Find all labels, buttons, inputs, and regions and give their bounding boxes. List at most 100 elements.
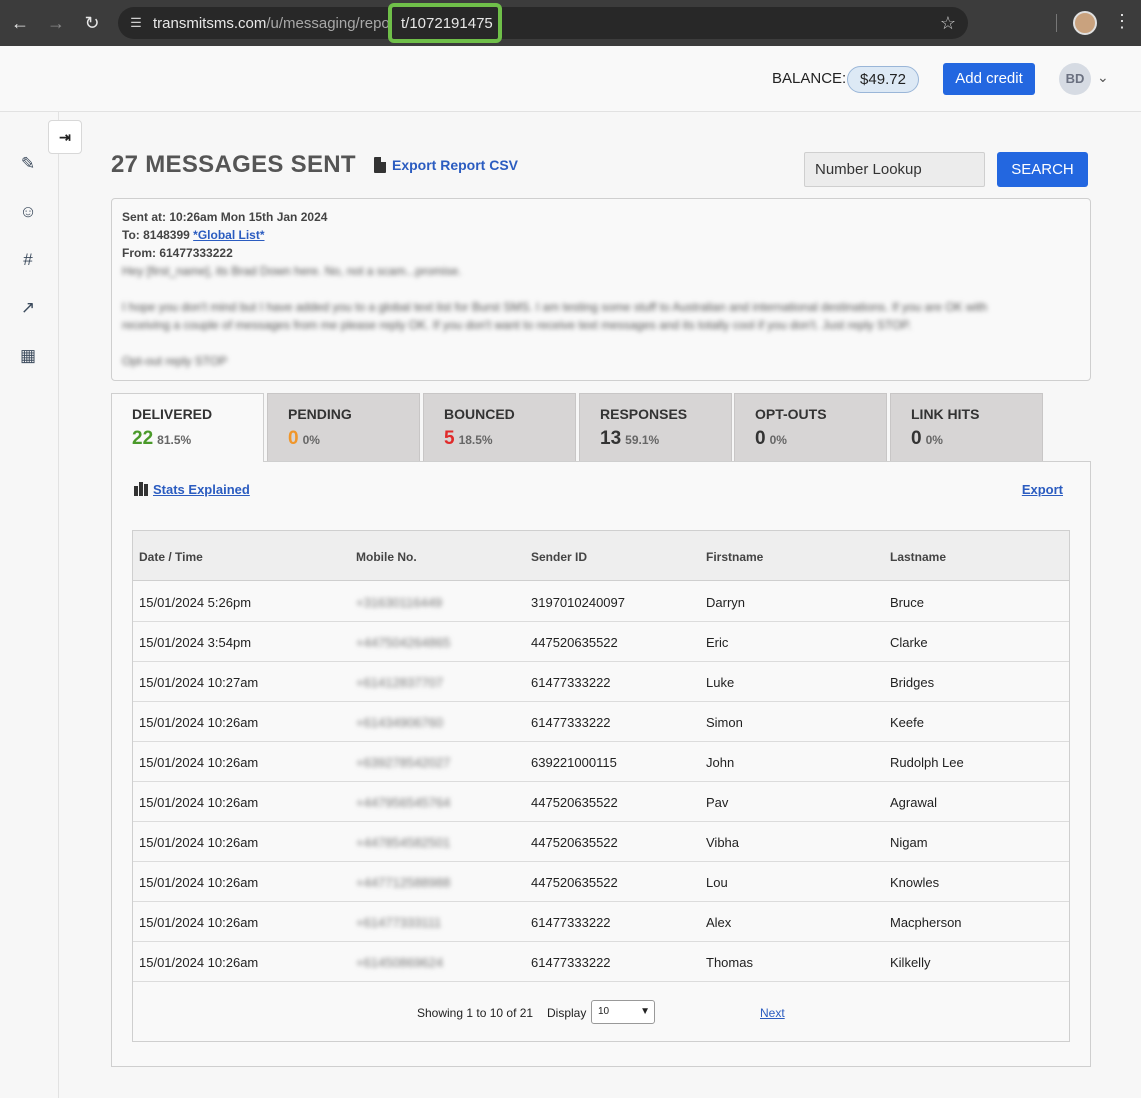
site-info-icon[interactable]: ☰ (128, 15, 144, 31)
cell-lastname: Agrawal (890, 795, 937, 810)
messages-table: Date / Time Mobile No. Sender ID Firstna… (132, 530, 1070, 1042)
export-report-csv-link[interactable]: Export Report CSV (374, 157, 518, 173)
cell-sender-id: 3197010240097 (531, 595, 625, 610)
message-body-line: Hey [first_name], its Brad Down here. No… (122, 264, 462, 278)
cell-sender-id: 61477333222 (531, 955, 611, 970)
column-header[interactable]: Lastname (890, 550, 946, 564)
next-page-link[interactable]: Next (760, 1006, 785, 1020)
cell-lastname: Keefe (890, 715, 924, 730)
cell-firstname: Pav (706, 795, 729, 810)
compose-icon[interactable]: ✎ (17, 153, 39, 175)
cell-lastname: Bridges (890, 675, 935, 690)
chevron-down-icon: ▼ (640, 1006, 650, 1017)
tab-count: 5 18.5% (444, 428, 493, 449)
table-header: Date / Time Mobile No. Sender ID Firstna… (133, 531, 1069, 581)
table-row: 15/01/2024 10:26am +61477333111 6147733322… (133, 902, 1069, 942)
tab-bounced[interactable]: BOUNCED 5 18.5% (423, 393, 576, 461)
table-row: 15/01/2024 10:26am +447956545764 447520635… (133, 782, 1069, 822)
cell-lastname: Macpherson (890, 915, 962, 930)
file-export-icon (374, 157, 386, 173)
message-body-line: Opt-out reply STOP (122, 354, 228, 368)
cell-firstname: Simon (706, 715, 743, 730)
from-line: From: 61477333222 (122, 246, 233, 260)
cell-datetime: 15/01/2024 10:26am (139, 875, 259, 890)
tab-opt-outs[interactable]: OPT-OUTS 0 0% (734, 393, 887, 461)
browser-profile-avatar[interactable] (1073, 11, 1097, 35)
cell-mobile: +447854582501 (356, 835, 451, 850)
url-highlight-annotation: t/1072191475 (388, 3, 502, 43)
message-details: Sent at: 10:26am Mon 15th Jan 2024 To: 8… (111, 198, 1091, 381)
display-label: Display (547, 1006, 587, 1020)
cell-sender-id: 447520635522 (531, 835, 618, 850)
cell-mobile: +639278542027 (356, 755, 451, 770)
cell-mobile: +61477333111 (356, 915, 442, 930)
cell-lastname: Kilkelly (890, 955, 931, 970)
table-row: 15/01/2024 10:26am +61434906760 6147733322… (133, 702, 1069, 742)
sidebar: ✎ ☺ # ↗ ▦ (0, 112, 59, 1098)
tab-label: BOUNCED (444, 406, 515, 422)
developer-code-icon[interactable]: ▦ (17, 345, 39, 367)
tab-label: RESPONSES (600, 406, 688, 422)
reports-chart-icon[interactable]: ↗ (17, 297, 39, 319)
column-header[interactable]: Mobile No. (356, 550, 417, 564)
page-size-select[interactable]: 10 ▼ (591, 1000, 655, 1024)
contacts-icon[interactable]: ☺ (17, 201, 39, 223)
number-lookup-input[interactable]: Number Lookup (804, 152, 985, 187)
cell-mobile: +447712588988 (356, 875, 451, 890)
report-panel: Stats Explained Export Date / Time Mobil… (111, 461, 1091, 1067)
cell-sender-id: 639221000115 (531, 755, 617, 770)
tab-count: 0 0% (288, 428, 320, 449)
tab-pending[interactable]: PENDING 0 0% (267, 393, 420, 461)
url-text[interactable]: transmitsms.com/u/messaging/repo (153, 15, 390, 32)
global-list-link[interactable]: *Global List* (193, 228, 264, 242)
tab-link-hits[interactable]: LINK HITS 0 0% (890, 393, 1043, 461)
table-row: 15/01/2024 3:54pm +447504264865 4475206355… (133, 622, 1069, 662)
cell-sender-id: 61477333222 (531, 915, 611, 930)
cell-sender-id: 447520635522 (531, 795, 618, 810)
add-credit-button[interactable]: Add credit (943, 63, 1035, 95)
column-header[interactable]: Firstname (706, 550, 763, 564)
tab-label: OPT-OUTS (755, 406, 827, 422)
more-menu-icon[interactable]: ⋮ (1113, 11, 1131, 32)
forward-icon[interactable]: → (45, 12, 67, 34)
cell-datetime: 15/01/2024 10:26am (139, 795, 259, 810)
sidebar-expand-button[interactable]: ⇥ (48, 120, 82, 154)
cell-datetime: 15/01/2024 10:26am (139, 755, 259, 770)
avatar[interactable]: BD (1059, 63, 1091, 95)
numbers-icon[interactable]: # (17, 249, 39, 271)
page-title: 27 MESSAGES SENT (111, 151, 356, 178)
cell-datetime: 15/01/2024 3:54pm (139, 635, 252, 650)
tab-delivered[interactable]: DELIVERED 22 81.5% (111, 393, 264, 462)
tab-label: DELIVERED (132, 406, 213, 422)
tab-count: 22 81.5% (132, 428, 192, 449)
search-button[interactable]: SEARCH (997, 152, 1088, 187)
cell-mobile: +447956545764 (356, 795, 451, 810)
cell-firstname: Luke (706, 675, 735, 690)
cell-firstname: Darryn (706, 595, 746, 610)
cell-mobile: +31630116449 (356, 595, 443, 610)
tab-responses[interactable]: RESPONSES 13 59.1% (579, 393, 732, 461)
column-header[interactable]: Date / Time (139, 550, 203, 564)
chevron-down-icon[interactable]: ⌄ (1097, 69, 1109, 86)
export-link[interactable]: Export (1022, 482, 1063, 497)
cell-datetime: 15/01/2024 10:27am (139, 675, 259, 690)
back-icon[interactable]: ← (9, 12, 31, 34)
tab-count: 0 0% (755, 428, 787, 449)
balance-badge: $49.72 (847, 66, 919, 93)
reload-icon[interactable]: ↻ (81, 12, 103, 34)
bar-chart-icon (134, 482, 149, 499)
cell-mobile: +61412837707 (356, 675, 444, 690)
message-body-line: I hope you don't mind but I have added y… (122, 300, 988, 314)
cell-lastname: Nigam (890, 835, 928, 850)
column-header[interactable]: Sender ID (531, 550, 587, 564)
stats-explained-link[interactable]: Stats Explained (134, 482, 250, 499)
cell-sender-id: 61477333222 (531, 715, 611, 730)
balance-label: BALANCE: (772, 70, 847, 87)
address-bar[interactable]: ☰ transmitsms.com/u/messaging/repo ☆ (118, 7, 968, 39)
cell-firstname: Eric (706, 635, 729, 650)
browser-toolbar: ← → ↻ ☰ transmitsms.com/u/messaging/repo… (0, 0, 1141, 46)
tab-count: 0 0% (911, 428, 943, 449)
bookmark-star-icon[interactable]: ☆ (940, 13, 956, 34)
table-row: 15/01/2024 10:26am +639278542027 639221000… (133, 742, 1069, 782)
cell-mobile: +447504264865 (356, 635, 451, 650)
